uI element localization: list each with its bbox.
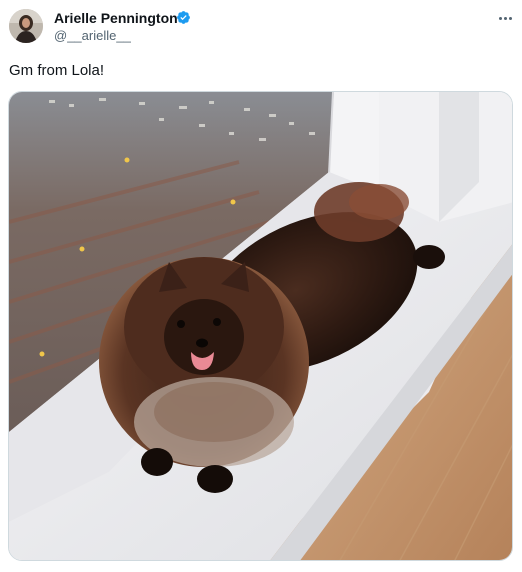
dog-on-windowsill-photo xyxy=(9,92,512,560)
avatar[interactable] xyxy=(9,9,43,43)
verified-badge-icon xyxy=(177,11,190,24)
more-options-button[interactable] xyxy=(494,10,516,26)
post-card: Arielle Pennington @__arielle__ Gm from … xyxy=(0,0,522,572)
avatar-photo xyxy=(9,9,43,43)
author-handle[interactable]: @__arielle__ xyxy=(54,28,131,44)
post-photo[interactable] xyxy=(8,91,513,561)
more-horizontal-icon xyxy=(498,16,513,20)
post-text: Gm from Lola! xyxy=(9,62,105,79)
author-name[interactable]: Arielle Pennington xyxy=(54,9,178,27)
